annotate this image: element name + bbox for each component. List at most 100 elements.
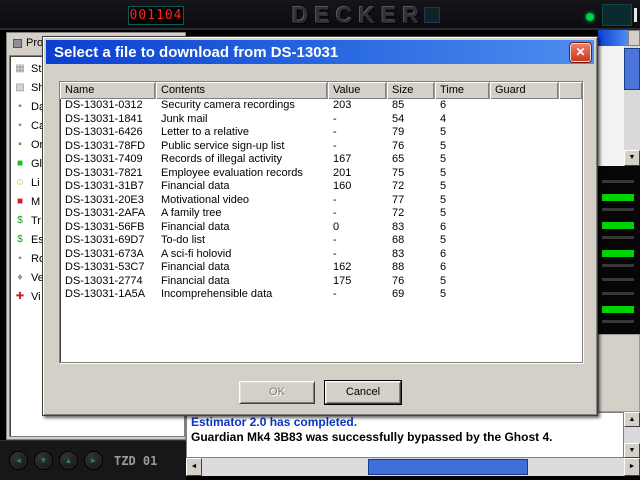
control-cluster: ◄ ▼ ▲ ► TZD 01 <box>0 440 186 480</box>
column-header-label: Contents <box>161 84 205 96</box>
cell-size: 76 <box>387 140 435 154</box>
cell-contents: Letter to a relative <box>156 126 328 140</box>
program-icon: ♦ <box>14 272 26 284</box>
file-row[interactable]: DS-13031-53C7 Financial data 162 88 6 <box>60 261 582 275</box>
cell-filler <box>559 275 582 289</box>
cell-name: DS-13031-0312 <box>60 99 156 113</box>
message-line: Guardian Mk4 3B83 was successfully bypas… <box>191 430 619 445</box>
column-header-label: Time <box>440 84 464 96</box>
cell-guard <box>490 248 559 262</box>
dialog-titlebar[interactable]: Select a file to download from DS-13031 … <box>46 40 594 64</box>
cell-value: - <box>328 194 387 208</box>
cell-guard <box>490 113 559 127</box>
file-row[interactable]: DS-13031-1A5A Incomprehensible data - 69… <box>60 288 582 302</box>
close-button[interactable]: ✕ <box>570 43 591 62</box>
cell-contents: Employee evaluation records <box>156 167 328 181</box>
program-icon: ▪ <box>14 253 26 265</box>
cell-name: DS-13031-78FD <box>60 140 156 154</box>
file-row[interactable]: DS-13031-78FD Public service sign-up lis… <box>60 140 582 154</box>
status-bar-dim <box>602 278 634 281</box>
file-list-body: DS-13031-0312 Security camera recordings… <box>60 99 582 302</box>
cancel-button[interactable]: Cancel <box>325 381 401 404</box>
cell-contents: A sci-fi holovid <box>156 248 328 262</box>
cell-contents: Security camera recordings <box>156 99 328 113</box>
cell-name: DS-13031-69D7 <box>60 234 156 248</box>
close-icon: ✕ <box>575 45 585 59</box>
column-header[interactable]: Name <box>60 82 156 99</box>
file-row[interactable]: DS-13031-20E3 Motivational video - 77 5 <box>60 194 582 208</box>
file-row[interactable]: DS-13031-673A A sci-fi holovid - 83 6 <box>60 248 582 262</box>
cell-size: 88 <box>387 261 435 275</box>
cell-value: 167 <box>328 153 387 167</box>
cell-value: 203 <box>328 99 387 113</box>
column-header[interactable]: Contents <box>156 82 328 99</box>
column-header[interactable]: Guard <box>490 82 559 99</box>
file-row[interactable]: DS-13031-7821 Employee evaluation record… <box>60 167 582 181</box>
cell-time: 5 <box>435 167 490 181</box>
nav-button[interactable]: ▲ <box>59 451 78 470</box>
nav-button[interactable]: ▼ <box>34 451 53 470</box>
message-scroll-down-icon[interactable]: ▼ <box>624 443 640 458</box>
program-icon: ■ <box>14 158 26 170</box>
cell-guard <box>490 126 559 140</box>
cell-value: - <box>328 288 387 302</box>
ok-button[interactable]: OK <box>239 381 315 404</box>
file-row[interactable]: DS-13031-2AFA A family tree - 72 5 <box>60 207 582 221</box>
cell-guard <box>490 180 559 194</box>
file-row[interactable]: DS-13031-2774 Financial data 175 76 5 <box>60 275 582 289</box>
file-row[interactable]: DS-13031-69D7 To-do list - 68 5 <box>60 234 582 248</box>
cell-guard <box>490 153 559 167</box>
cell-name: DS-13031-6426 <box>60 126 156 140</box>
cell-guard <box>490 99 559 113</box>
cell-guard <box>490 288 559 302</box>
cell-filler <box>559 248 582 262</box>
scroll-right-icon[interactable]: ► <box>624 458 640 476</box>
cell-size: 76 <box>387 275 435 289</box>
cell-name: DS-13031-2774 <box>60 275 156 289</box>
column-header-label: Name <box>65 84 94 96</box>
message-scrollbar[interactable]: ▲ ▼ <box>624 412 640 458</box>
cell-time: 5 <box>435 194 490 208</box>
cell-size: 79 <box>387 126 435 140</box>
program-icon: ✚ <box>14 291 26 303</box>
nav-button[interactable]: ► <box>84 451 103 470</box>
column-header[interactable]: Value <box>328 82 387 99</box>
right-scrollbar-down-arrow-icon[interactable]: ▼ <box>624 150 640 166</box>
status-bar-dim <box>602 264 634 267</box>
cell-size: 85 <box>387 99 435 113</box>
cell-guard <box>490 221 559 235</box>
file-row[interactable]: DS-13031-7409 Records of illegal activit… <box>60 153 582 167</box>
cell-value: - <box>328 126 387 140</box>
cell-value: - <box>328 234 387 248</box>
cell-time: 6 <box>435 248 490 262</box>
nav-arrow-icon: ◄ <box>15 456 23 465</box>
cell-filler <box>559 221 582 235</box>
cell-name: DS-13031-7821 <box>60 167 156 181</box>
message-scroll-up-icon[interactable]: ▲ <box>624 412 640 427</box>
column-header[interactable]: Time <box>435 82 490 99</box>
program-label: St <box>31 63 41 75</box>
status-tick <box>634 8 637 22</box>
file-row[interactable]: DS-13031-56FB Financial data 0 83 6 <box>60 221 582 235</box>
file-row[interactable]: DS-13031-1841 Junk mail - 54 4 <box>60 113 582 127</box>
cell-guard <box>490 234 559 248</box>
cell-guard <box>490 207 559 221</box>
cell-filler <box>559 99 582 113</box>
file-row[interactable]: DS-13031-6426 Letter to a relative - 79 … <box>60 126 582 140</box>
file-row[interactable]: DS-13031-31B7 Financial data 160 72 5 <box>60 180 582 194</box>
cell-filler <box>559 113 582 127</box>
cell-value: 0 <box>328 221 387 235</box>
column-header-label: Value <box>333 84 360 96</box>
cell-time: 5 <box>435 234 490 248</box>
message-list: Estimator 2.0 has completed.Guardian Mk4… <box>191 415 619 445</box>
bottom-scrollbar-thumb[interactable] <box>368 459 528 475</box>
nav-button[interactable]: ◄ <box>9 451 28 470</box>
scroll-left-icon[interactable]: ◄ <box>186 458 202 476</box>
background-window-button[interactable] <box>628 30 640 46</box>
column-header[interactable]: Size <box>387 82 435 99</box>
cell-filler <box>559 234 582 248</box>
bottom-scrollbar[interactable]: ◄ ► <box>186 458 640 476</box>
file-row[interactable]: DS-13031-0312 Security camera recordings… <box>60 99 582 113</box>
right-scrollbar-thumb[interactable] <box>624 48 640 90</box>
cell-name: DS-13031-1A5A <box>60 288 156 302</box>
